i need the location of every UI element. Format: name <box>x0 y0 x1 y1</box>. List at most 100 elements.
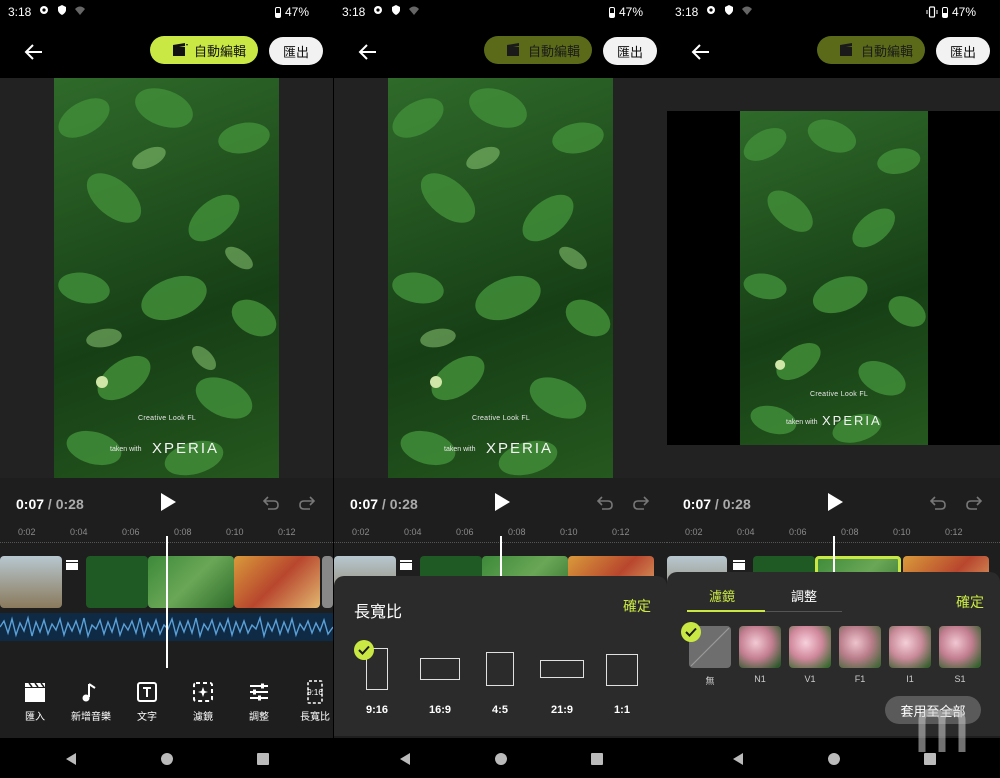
tick-label: 0:10 <box>226 527 244 537</box>
tool-filter-label: 濾鏡 <box>193 712 213 723</box>
filter-thumb <box>839 626 881 668</box>
nav-back-icon[interactable] <box>731 752 745 766</box>
music-note-icon <box>82 683 96 702</box>
filter-option-i1[interactable]: I1 <box>889 626 931 684</box>
redo-icon[interactable] <box>298 495 316 511</box>
back-arrow-icon[interactable] <box>354 38 382 66</box>
nav-home-icon[interactable] <box>160 752 174 766</box>
transition-icon[interactable] <box>400 560 412 570</box>
playback-controls: 0:07 / 0:28 <box>0 478 333 522</box>
back-arrow-icon[interactable] <box>20 38 48 66</box>
tab-filter[interactable]: 濾鏡 <box>687 586 757 605</box>
total-time: 0:28 <box>722 496 751 512</box>
nav-back-icon[interactable] <box>398 752 412 766</box>
undo-icon[interactable] <box>596 495 614 511</box>
tool-aspect-ratio-label: 長寬比 <box>300 712 330 723</box>
nav-recents-icon[interactable] <box>590 752 604 766</box>
undo-icon[interactable] <box>929 495 947 511</box>
play-icon[interactable] <box>825 492 845 512</box>
filter-label: N1 <box>754 674 766 684</box>
vibrate-icon <box>926 6 938 18</box>
tool-adjust-label: 調整 <box>249 712 269 723</box>
aspect-option-21-9[interactable]: 21:9 <box>540 648 584 716</box>
filter-confirm-button[interactable]: 確定 <box>956 592 984 612</box>
nav-home-icon[interactable] <box>827 752 841 766</box>
back-arrow-icon[interactable] <box>687 38 715 66</box>
playhead[interactable] <box>833 536 835 576</box>
tool-text[interactable]: 文字 <box>122 680 172 723</box>
status-time: 3:18 <box>8 5 32 19</box>
tool-adjust[interactable]: 調整 <box>234 680 284 723</box>
shield-icon <box>392 5 400 15</box>
battery-indicator: 47% <box>926 5 976 19</box>
time-readout: 0:07 / 0:28 <box>350 496 418 512</box>
aspect-option-16-9[interactable]: 16:9 <box>420 648 460 716</box>
play-icon[interactable] <box>492 492 512 512</box>
watermark-brand: XPERIA <box>822 413 882 428</box>
tool-filter[interactable]: 濾鏡 <box>178 680 228 723</box>
transition-icon[interactable] <box>66 560 78 570</box>
nav-back-icon[interactable] <box>64 752 78 766</box>
clip-thumbnail[interactable] <box>0 556 62 608</box>
video-preview: Creative Look FL taken with XPERIA <box>667 78 1000 478</box>
auto-edit-button[interactable]: 自動編輯 <box>484 36 592 64</box>
time-separator: / <box>47 496 52 512</box>
auto-edit-button[interactable]: 自動編輯 <box>150 36 258 64</box>
preview-frame: Creative Look FL taken with XPERIA <box>54 78 279 478</box>
redo-icon[interactable] <box>632 495 650 511</box>
gear-icon <box>374 6 382 14</box>
aspect-option-4-5[interactable]: 4:5 <box>486 648 514 716</box>
transition-icon[interactable] <box>733 560 745 570</box>
clip-thumbnail[interactable] <box>148 556 234 608</box>
preview-frame: Creative Look FL taken with XPERIA <box>388 78 613 478</box>
editor-panel-filter: 3:18 47% 自動編輯 匯出 Creative Look FL taken … <box>667 0 1000 778</box>
edit-toolbar: 匯入 新增音樂 文字 濾鏡 調整 9:16 長寬比 <box>0 680 333 732</box>
tab-adjust[interactable]: 調整 <box>769 586 839 605</box>
text-box-icon <box>137 682 157 702</box>
sliders-icon <box>250 683 268 701</box>
nav-recents-icon[interactable] <box>256 752 270 766</box>
aspect-option-1-1[interactable]: 1:1 <box>606 648 638 716</box>
battery-icon <box>274 6 281 18</box>
video-preview: Creative Look FL taken with XPERIA <box>0 78 333 478</box>
watermark-line2: taken with <box>786 419 818 426</box>
clip-thumbnail[interactable] <box>234 556 320 608</box>
battery-level: 47% <box>284 5 309 19</box>
aspect-confirm-button[interactable]: 確定 <box>623 596 651 616</box>
export-button[interactable]: 匯出 <box>603 37 657 65</box>
tool-add-music[interactable]: 新增音樂 <box>66 680 116 723</box>
status-bar: 3:18 47% <box>0 0 333 24</box>
tool-aspect-ratio[interactable]: 9:16 長寬比 <box>290 680 333 723</box>
undo-icon[interactable] <box>262 495 280 511</box>
clapperboard-sparkle-icon <box>839 43 852 56</box>
tick-label: 0:02 <box>18 527 36 537</box>
status-bar: 3:18 47% <box>334 0 667 24</box>
playhead[interactable] <box>166 536 168 668</box>
watermark-line2: taken with <box>110 446 142 453</box>
filter-option-f1[interactable]: F1 <box>839 626 881 684</box>
clip-thumbnail[interactable] <box>322 556 333 608</box>
watermark-line1: Creative Look FL <box>472 415 531 422</box>
filter-option-s1[interactable]: S1 <box>939 626 981 684</box>
playhead[interactable] <box>500 536 502 576</box>
aspect-option-label: 9:16 <box>365 704 389 716</box>
status-icons <box>705 4 753 16</box>
editor-panel-aspect-ratio: 3:18 47% 自動編輯 匯出 Creative Look FL taken … <box>334 0 667 778</box>
nav-home-icon[interactable] <box>494 752 508 766</box>
filter-option-v1[interactable]: V1 <box>789 626 831 684</box>
playback-controls: 0:07 / 0:28 <box>667 478 1000 522</box>
current-time: 0:07 <box>16 496 45 512</box>
top-bar: 自動編輯 匯出 <box>334 24 667 78</box>
auto-edit-button[interactable]: 自動編輯 <box>817 36 925 64</box>
export-button[interactable]: 匯出 <box>269 37 323 65</box>
clip-thumbnail[interactable] <box>86 556 148 608</box>
tick-label: 0:12 <box>278 527 296 537</box>
filter-option-n1[interactable]: N1 <box>739 626 781 684</box>
play-icon[interactable] <box>158 492 178 512</box>
battery-level: 47% <box>951 5 976 19</box>
export-button[interactable]: 匯出 <box>936 37 990 65</box>
tool-import[interactable]: 匯入 <box>10 680 60 723</box>
filter-thumb <box>739 626 781 668</box>
wifi-icon <box>742 6 752 15</box>
redo-icon[interactable] <box>965 495 983 511</box>
